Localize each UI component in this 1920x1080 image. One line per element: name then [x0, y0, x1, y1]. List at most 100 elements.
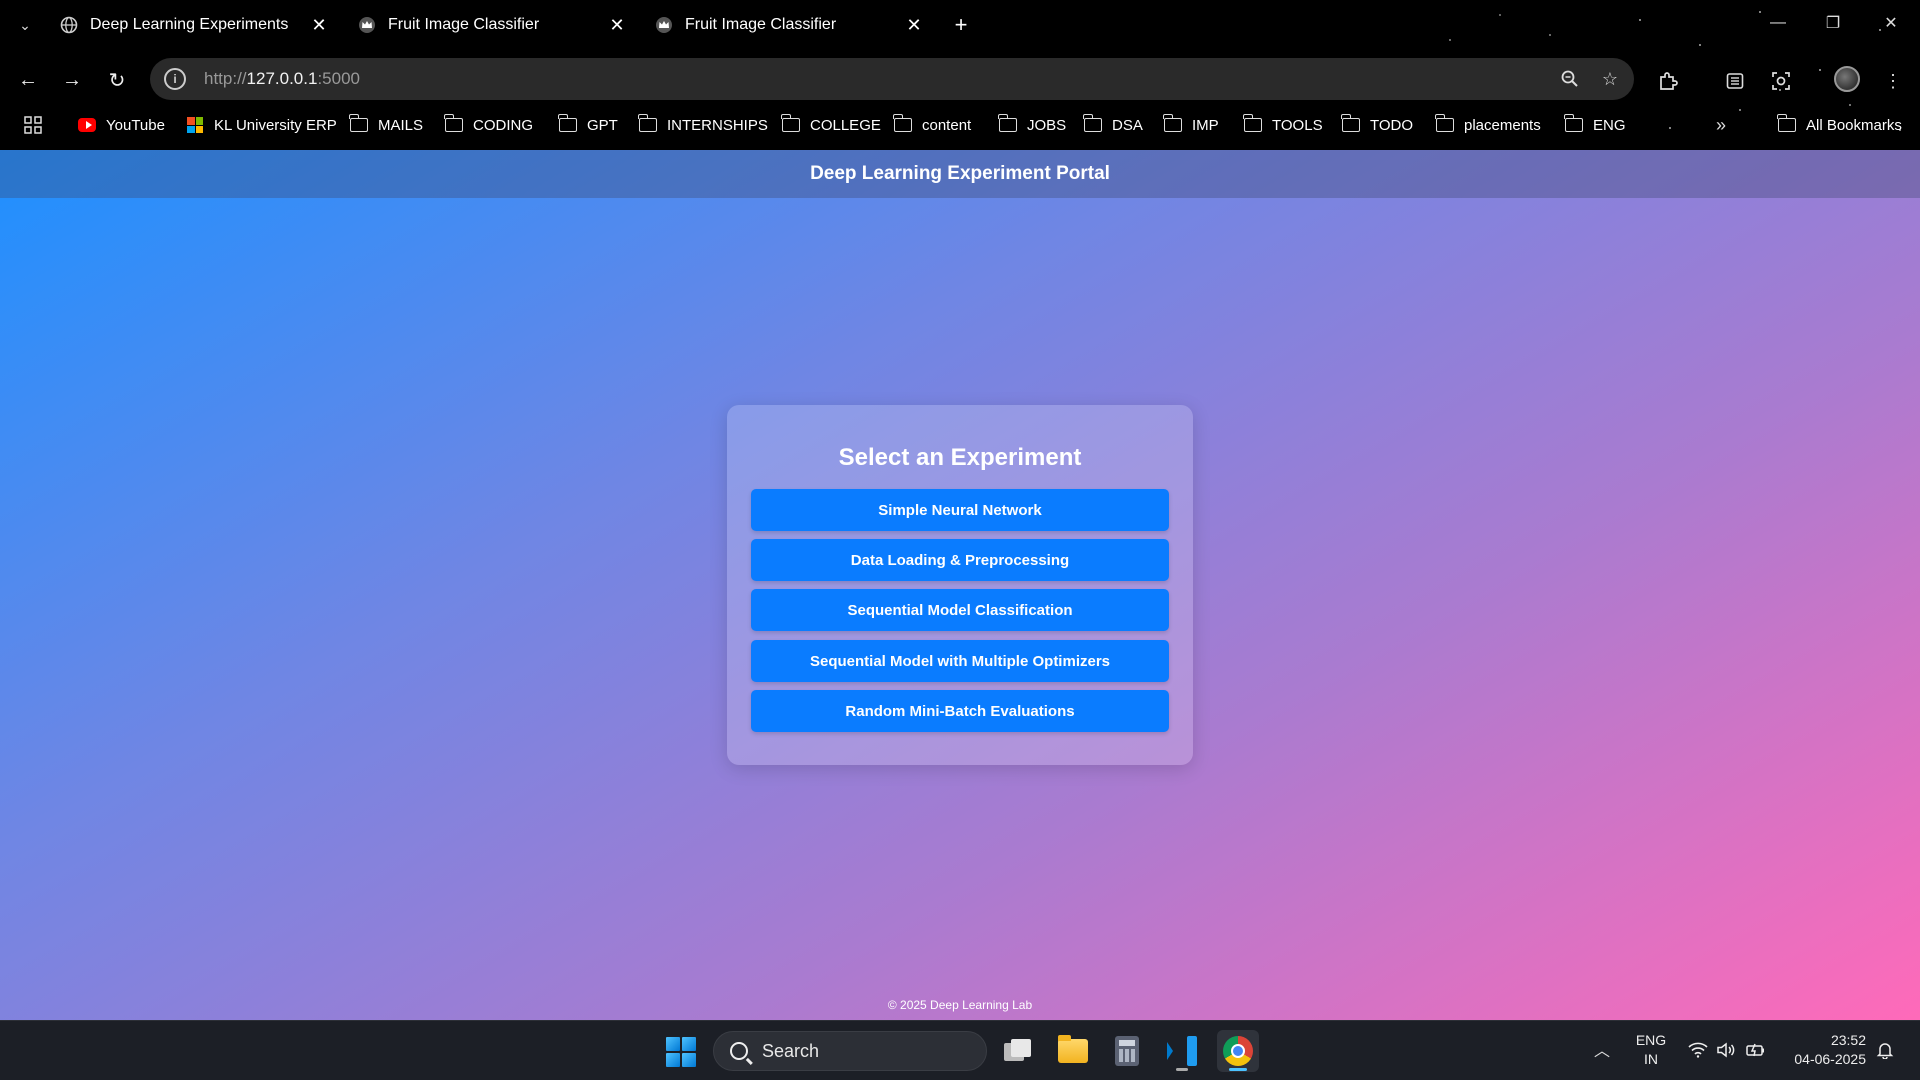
- bookmark-folder-todo[interactable]: TODO: [1341, 112, 1413, 138]
- restore-icon[interactable]: ❐: [1816, 8, 1850, 38]
- show-hidden-icons-chevron-icon[interactable]: ︿: [1592, 1039, 1612, 1060]
- close-tab-icon[interactable]: ✕: [901, 12, 927, 38]
- bookmark-youtube[interactable]: YouTube: [78, 112, 165, 138]
- close-window-icon[interactable]: ✕: [1874, 8, 1908, 38]
- system-clock[interactable]: 23:52 04-06-2025: [1780, 1031, 1866, 1069]
- all-bookmarks-button[interactable]: All Bookmarks: [1777, 112, 1902, 138]
- forward-arrow-icon[interactable]: →: [56, 64, 88, 96]
- tab-title: Fruit Image Classifier: [685, 16, 837, 33]
- url-scheme: http://: [204, 69, 247, 88]
- experiment-button-simple-nn[interactable]: Simple Neural Network: [751, 489, 1169, 531]
- bookmark-folder-placements[interactable]: placements: [1435, 112, 1541, 138]
- bookmark-folder-mails[interactable]: MAILS: [349, 112, 424, 138]
- file-explorer-app[interactable]: [1052, 1030, 1094, 1072]
- folder-icon: [893, 114, 912, 132]
- screenshot-camera-icon[interactable]: [1766, 66, 1796, 96]
- folder-icon: [1163, 114, 1182, 132]
- folder-icon: [1341, 114, 1360, 132]
- page-footer: © 2025 Deep Learning Lab: [887, 998, 1033, 1012]
- vscode-app[interactable]: [1161, 1030, 1203, 1072]
- bookmark-folder-internships[interactable]: INTERNSHIPS: [638, 112, 768, 138]
- site-info-icon[interactable]: i: [164, 68, 186, 90]
- running-indicator: [1176, 1068, 1188, 1071]
- bookmark-label: IMP: [1192, 116, 1219, 134]
- profile-avatar[interactable]: [1834, 66, 1860, 92]
- taskbar-search-label: Search: [762, 1040, 820, 1061]
- globe-icon: [60, 16, 78, 34]
- tab-deep-learning[interactable]: Deep Learning Experiments ✕: [48, 8, 338, 42]
- bookmark-label: JOBS: [1027, 116, 1067, 134]
- search-icon: [730, 1042, 748, 1060]
- file-explorer-icon: [1058, 1035, 1088, 1063]
- kebab-menu-icon[interactable]: ⋮: [1878, 66, 1908, 96]
- bookmark-label: MAILS: [378, 116, 424, 134]
- folder-icon: [1083, 114, 1102, 132]
- experiment-button-mini-batch[interactable]: Random Mini-Batch Evaluations: [751, 690, 1169, 732]
- more-bookmarks-chevron-icon[interactable]: »: [1716, 112, 1726, 138]
- active-indicator: [1229, 1068, 1247, 1071]
- notification-bell-icon[interactable]: [1874, 1039, 1896, 1061]
- experiment-button-data-loading[interactable]: Data Loading & Preprocessing: [751, 539, 1169, 581]
- card-title: Select an Experiment: [838, 444, 1082, 471]
- folder-icon: [349, 114, 368, 132]
- folder-icon: [1564, 114, 1583, 132]
- bookmark-folder-imp[interactable]: IMP: [1163, 112, 1219, 138]
- bookmark-folder-jobs[interactable]: JOBS: [998, 112, 1067, 138]
- close-tab-icon[interactable]: ✕: [604, 12, 630, 38]
- folder-icon: [998, 114, 1017, 132]
- folder-icon: [781, 114, 800, 132]
- windows-start-icon[interactable]: [666, 1037, 696, 1067]
- calculator-app[interactable]: [1106, 1030, 1148, 1072]
- bookmark-label: TOOLS: [1272, 116, 1323, 134]
- url-text[interactable]: http://127.0.0.1:5000: [204, 69, 1554, 89]
- chrome-icon: [1223, 1036, 1253, 1066]
- new-tab-plus-icon[interactable]: +: [946, 10, 976, 40]
- page-header: Deep Learning Experiment Portal: [0, 150, 1920, 198]
- bookmark-folder-dsa[interactable]: DSA: [1083, 112, 1143, 138]
- tab-search-chevron-icon[interactable]: ⌄: [12, 12, 38, 38]
- bookmark-folder-coding[interactable]: CODING: [444, 112, 533, 138]
- bookmark-label: CODING: [473, 116, 533, 134]
- browser-chrome: ⌄ Deep Learning Experiments ✕ Fruit Imag…: [0, 0, 1920, 150]
- bookmark-star-icon[interactable]: ☆: [1594, 63, 1626, 95]
- bookmark-label: COLLEGE: [810, 116, 881, 134]
- bookmark-label: KL University ERP: [214, 116, 337, 134]
- bookmark-folder-content[interactable]: content: [893, 112, 972, 138]
- folder-icon: [558, 114, 577, 132]
- apps-grid-icon[interactable]: [22, 114, 44, 136]
- url-host: 127.0.0.1: [246, 69, 318, 88]
- chrome-app[interactable]: [1217, 1030, 1259, 1072]
- folder-icon: [1777, 114, 1796, 132]
- address-bar[interactable]: i http://127.0.0.1:5000 ☆: [150, 58, 1634, 100]
- volume-icon[interactable]: [1714, 1037, 1738, 1063]
- taskbar-search-box[interactable]: Search: [713, 1031, 987, 1071]
- tab-fruit-classifier-2[interactable]: Fruit Image Classifier ✕: [643, 8, 933, 42]
- bookmark-label: DSA: [1112, 116, 1143, 134]
- task-view-app[interactable]: [997, 1030, 1039, 1072]
- extensions-puzzle-icon[interactable]: [1653, 66, 1683, 96]
- close-tab-icon[interactable]: ✕: [306, 12, 332, 38]
- crown-icon: [358, 16, 376, 34]
- tab-title: Fruit Image Classifier: [388, 16, 540, 33]
- experiment-button-sequential-classification[interactable]: Sequential Model Classification: [751, 589, 1169, 631]
- zoom-icon[interactable]: [1554, 63, 1586, 95]
- youtube-icon: [78, 118, 96, 132]
- battery-charging-icon[interactable]: [1744, 1037, 1768, 1063]
- bookmark-folder-gpt[interactable]: GPT: [558, 112, 618, 138]
- bookmark-folder-college[interactable]: COLLEGE: [781, 112, 881, 138]
- region-code: IN: [1644, 1051, 1658, 1067]
- tab-fruit-classifier-1[interactable]: Fruit Image Classifier ✕: [346, 8, 636, 42]
- wifi-icon[interactable]: [1686, 1037, 1710, 1063]
- reading-list-icon[interactable]: [1720, 66, 1750, 96]
- minimize-icon[interactable]: —: [1761, 8, 1795, 38]
- clock-date: 04-06-2025: [1794, 1051, 1866, 1067]
- language-code: ENG: [1635, 1032, 1667, 1048]
- language-indicator[interactable]: ENG IN: [1630, 1031, 1672, 1069]
- bookmark-label: content: [922, 116, 972, 134]
- reload-icon[interactable]: ↻: [101, 64, 133, 96]
- experiment-button-multiple-optimizers[interactable]: Sequential Model with Multiple Optimizer…: [751, 640, 1169, 682]
- bookmark-folder-eng[interactable]: ENG: [1564, 112, 1626, 138]
- bookmark-folder-tools[interactable]: TOOLS: [1243, 112, 1323, 138]
- bookmark-kl-erp[interactable]: KL University ERP: [186, 112, 337, 138]
- back-arrow-icon[interactable]: ←: [12, 64, 44, 96]
